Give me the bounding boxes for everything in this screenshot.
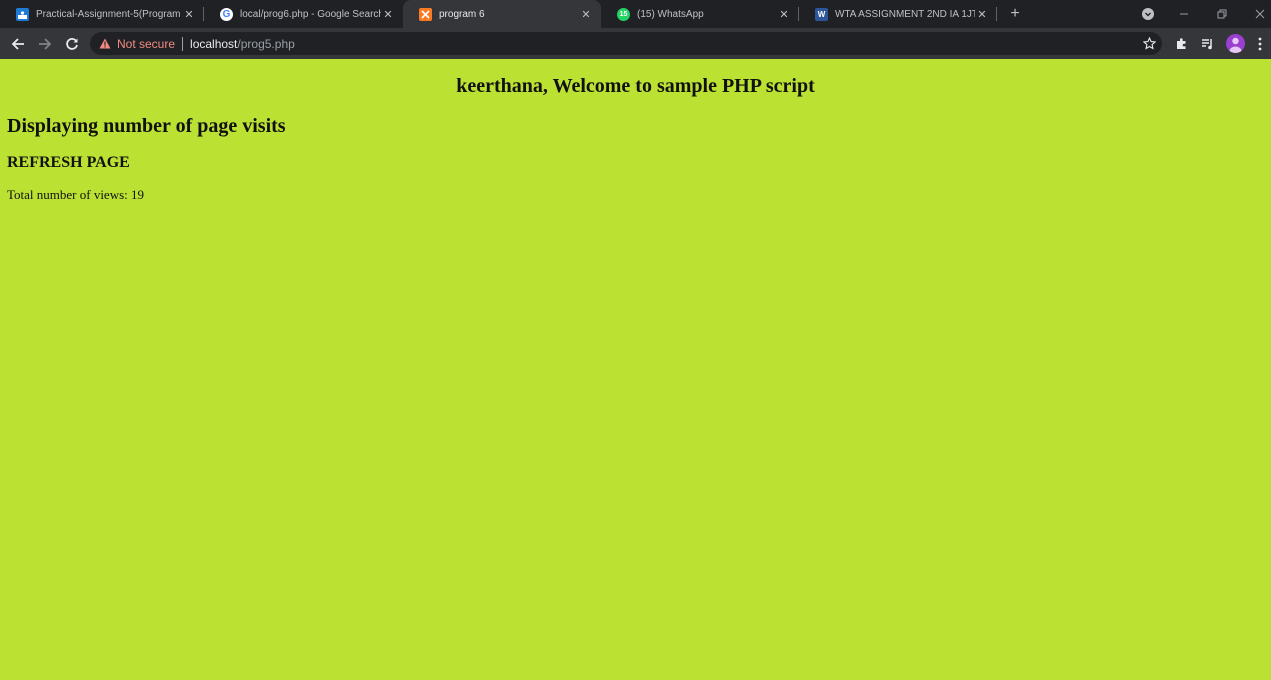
reload-icon (66, 37, 78, 50)
close-window-button[interactable] (1250, 0, 1270, 28)
minimize-button[interactable] (1174, 0, 1194, 28)
tab-title: WTA ASSIGNMENT 2ND IA 1JT18 (835, 8, 975, 20)
user-icon (1229, 37, 1242, 53)
visits-heading: Displaying number of page visits (7, 115, 286, 137)
restore-button[interactable] (1212, 0, 1232, 28)
tab-title: program 6 (439, 8, 485, 20)
forward-button[interactable] (32, 28, 58, 59)
back-button[interactable] (5, 28, 31, 59)
tab-wta-assignment[interactable]: W WTA ASSIGNMENT 2ND IA 1JT18 ✕ (799, 0, 997, 28)
tab-strip: Practical-Assignment-5(Program ✕ G local… (0, 0, 1271, 28)
tab-title: Practical-Assignment-5(Program (36, 8, 181, 20)
close-icon (1255, 9, 1265, 19)
page-content: keerthana, Welcome to sample PHP script … (0, 59, 1271, 680)
word-icon: W (815, 7, 828, 21)
close-tab-icon[interactable]: ✕ (975, 7, 989, 21)
puzzle-icon (1176, 38, 1185, 49)
minimize-icon (1180, 13, 1188, 15)
warning-icon[interactable] (99, 38, 111, 50)
reload-button[interactable] (59, 28, 85, 59)
address-bar[interactable]: Not secure localhost/prog5.php (90, 32, 1162, 55)
close-tab-icon[interactable]: ✕ (182, 7, 196, 21)
close-tab-icon[interactable]: ✕ (579, 7, 593, 21)
url-host: localhost (190, 36, 238, 51)
url-path: /prog5.php (237, 36, 295, 51)
browser-menu-button[interactable] (1249, 28, 1271, 59)
tab-whatsapp[interactable]: 15 (15) WhatsApp ✕ (601, 0, 799, 28)
tab-divider (996, 7, 997, 21)
arrow-right-icon (39, 37, 52, 50)
profile-avatar[interactable] (1226, 34, 1245, 53)
close-tab-icon[interactable]: ✕ (777, 7, 791, 21)
refresh-page-heading: REFRESH PAGE (7, 154, 130, 171)
new-tab-button[interactable]: + (1001, 0, 1029, 28)
views-count-text: Total number of views: 19 (7, 187, 145, 202)
media-controls-button[interactable] (1195, 28, 1221, 59)
whatsapp-icon: 15 (617, 7, 630, 21)
welcome-heading: keerthana, Welcome to sample PHP script (456, 75, 815, 97)
extensions-button[interactable] (1168, 28, 1194, 59)
close-tab-icon[interactable]: ✕ (381, 7, 395, 21)
arrow-left-icon (11, 37, 24, 50)
chevron-down-icon (1142, 8, 1154, 20)
playlist-icon (1202, 38, 1212, 49)
tab-search-button[interactable] (1138, 0, 1158, 28)
restore-icon (1217, 9, 1227, 19)
tab-google-search[interactable]: G local/prog6.php - Google Search ✕ (204, 0, 403, 28)
tab-title: (15) WhatsApp (637, 8, 704, 20)
tab-title: local/prog6.php - Google Search (240, 8, 381, 20)
browser-toolbar: Not secure localhost/prog5.php (0, 28, 1271, 59)
google-icon: G (220, 7, 233, 21)
url-divider (182, 36, 184, 51)
google-classroom-icon (16, 7, 29, 21)
tab-practical-assignment[interactable]: Practical-Assignment-5(Program ✕ (0, 0, 204, 28)
more-vert-icon (1258, 37, 1262, 50)
security-status[interactable]: Not secure (117, 37, 175, 51)
tab-program-6[interactable]: program 6 ✕ (403, 0, 601, 28)
xampp-icon (419, 7, 432, 21)
bookmark-star-icon[interactable] (1136, 32, 1162, 55)
browser-window: Practical-Assignment-5(Program ✕ G local… (0, 0, 1271, 680)
